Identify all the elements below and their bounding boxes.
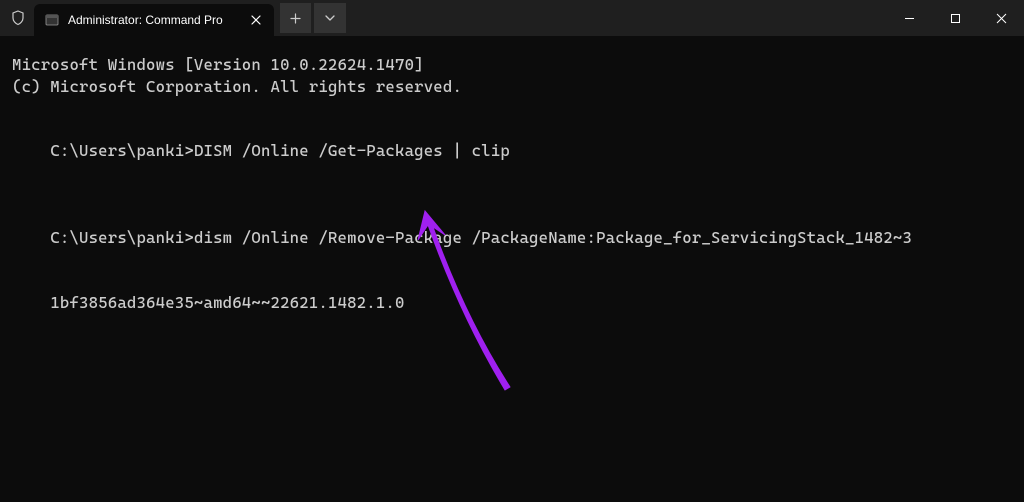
command-line-2-wrapped: 1bf3856ad364e35~amd64~~22621.1482.1.0: [12, 270, 1012, 335]
command-text: DISM /Online /Get-Packages | clip: [194, 141, 510, 160]
tab-title: Administrator: Command Pro: [68, 13, 240, 27]
version-line: Microsoft Windows [Version 10.0.22624.14…: [12, 54, 1012, 76]
maximize-button[interactable]: [932, 0, 978, 36]
terminal-icon: [44, 12, 60, 28]
active-tab[interactable]: Administrator: Command Pro: [34, 4, 274, 36]
prompt: C:\Users\panki>: [50, 228, 194, 247]
blank-line: [12, 184, 1012, 206]
command-line-2: C:\Users\panki>dism /Online /Remove-Pack…: [12, 205, 1012, 270]
tab-dropdown-button[interactable]: [314, 3, 346, 33]
command-text-wrapped: 1bf3856ad364e35~amd64~~22621.1482.1.0: [50, 293, 404, 312]
new-tab-button[interactable]: [280, 3, 312, 33]
close-button[interactable]: [978, 0, 1024, 36]
command-text: dism /Online /Remove-Package /PackageNam…: [194, 228, 912, 247]
command-line-1: C:\Users\panki>DISM /Online /Get-Package…: [12, 119, 1012, 184]
tab-close-button[interactable]: [248, 12, 264, 28]
copyright-line: (c) Microsoft Corporation. All rights re…: [12, 76, 1012, 98]
shield-icon: [10, 10, 26, 26]
titlebar-left: Administrator: Command Pro: [0, 0, 346, 36]
prompt: C:\Users\panki>: [50, 141, 194, 160]
window-titlebar: Administrator: Command Pro: [0, 0, 1024, 36]
tab-actions: [274, 0, 346, 36]
window-controls: [886, 0, 1024, 36]
minimize-button[interactable]: [886, 0, 932, 36]
titlebar-drag-area[interactable]: [346, 0, 886, 36]
blank-line: [12, 97, 1012, 119]
terminal-output[interactable]: Microsoft Windows [Version 10.0.22624.14…: [0, 36, 1024, 353]
